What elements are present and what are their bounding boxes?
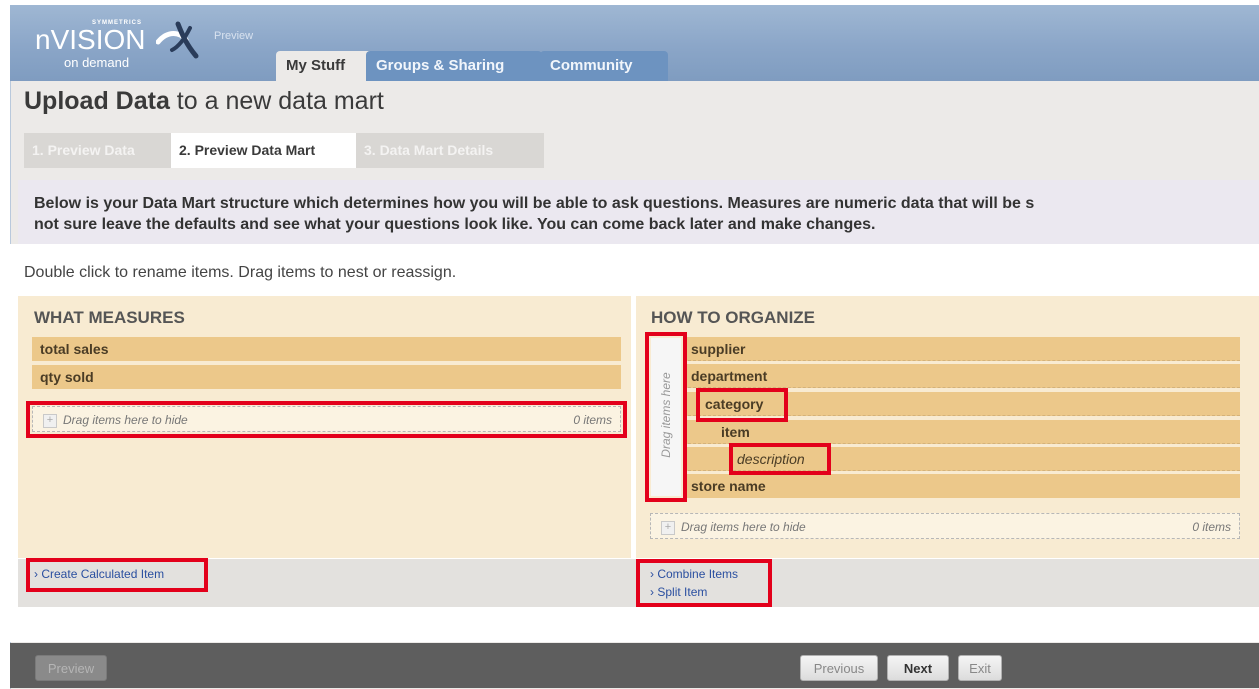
highlight-category [696,388,788,422]
instructions-line-2: not sure leave the defaults and see what… [34,216,876,233]
highlight-create-calculated-item [26,558,208,592]
brand-subtitle: on demand [64,55,130,70]
highlight-combine-split [636,559,772,607]
organize-title: HOW TO ORGANIZE [651,308,816,327]
swoosh-logo-icon [156,21,199,59]
next-button[interactable]: Next [887,655,949,681]
tab-community[interactable]: Community [540,51,668,81]
exit-button[interactable]: Exit [958,655,1002,681]
organize-hide-label: Drag items here to hide [681,520,806,534]
measure-item-qty-sold[interactable]: qty sold [32,365,621,389]
instructions-text: Below is your Data Mart structure which … [34,193,1259,235]
highlight-measures-hide-zone [26,401,627,438]
page-title-bold: Upload Data [24,87,170,115]
brand-logo[interactable]: nVISION [35,24,145,56]
preview-button[interactable]: Preview [35,655,107,681]
tab-my-stuff[interactable]: My Stuff [276,51,374,81]
tab-groups-sharing[interactable]: Groups & Sharing [366,51,542,81]
dimension-department[interactable]: department [683,364,1240,388]
step-data-mart-details[interactable]: 3. Data Mart Details [356,133,544,168]
step-preview-data-mart[interactable]: 2. Preview Data Mart [171,133,365,168]
hint-text: Double click to rename items. Drag items… [24,264,457,281]
instructions-line-1: Below is your Data Mart structure which … [34,195,1035,212]
dimension-item[interactable]: item [683,420,1240,444]
dimension-supplier[interactable]: supplier [683,337,1240,361]
page-title-rest: to a new data mart [169,87,384,115]
plus-icon: + [661,520,675,535]
measures-title: WHAT MEASURES [34,308,185,327]
organize-hide-zone[interactable]: + Drag items here to hide 0 items [650,513,1240,539]
page-title: Upload Data to a new data mart [24,87,384,116]
measure-item-total-sales[interactable]: total sales [32,337,621,361]
highlight-drag-zone [645,332,687,502]
highlight-description [729,443,831,475]
dimension-store-name[interactable]: store name [683,474,1240,498]
preview-tag: Preview [214,30,254,42]
previous-button[interactable]: Previous [800,655,878,681]
bottom-toolbar [10,643,1259,688]
step-preview-data[interactable]: 1. Preview Data [24,133,178,168]
organize-hide-count: 0 items [1192,520,1231,534]
